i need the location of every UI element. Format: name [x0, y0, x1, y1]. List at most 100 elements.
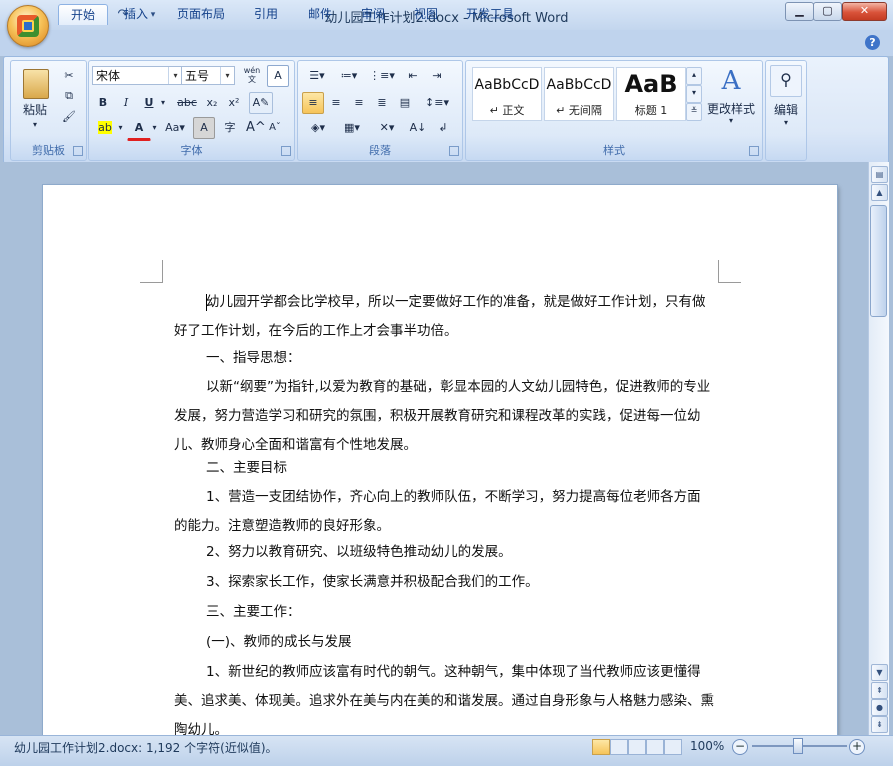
print-layout-icon[interactable] [592, 739, 610, 755]
grow-font-label: A [246, 120, 255, 135]
previous-page-icon[interactable]: ⇞ [871, 682, 888, 699]
grow-font-button[interactable]: A^ [245, 117, 266, 139]
borders-icon[interactable]: ▦▾ [336, 117, 368, 139]
enclose-chars-button[interactable]: 字 [219, 117, 241, 139]
style-name: 标题 1 [634, 104, 668, 117]
zoom-slider-knob[interactable] [793, 738, 803, 754]
char-border-button[interactable]: A [267, 65, 289, 87]
italic-button[interactable]: I [116, 92, 136, 114]
scroll-up-icon[interactable]: ▲ [871, 184, 888, 201]
tab-review[interactable]: 审阅 [351, 4, 395, 24]
tab-page-layout[interactable]: 页面布局 [168, 4, 234, 24]
highlight-icon[interactable]: ab [93, 117, 117, 139]
font-name-combo[interactable]: 宋体 ▾ [92, 66, 183, 85]
style-name: ↵ 正文 [489, 104, 525, 117]
body-paragraph[interactable]: 1、营造一支团结协作，齐心向上的教师队伍，不断学习，努力提高每位老师各方面的能力… [174, 483, 714, 541]
draft-view-icon[interactable] [664, 739, 682, 755]
cut-icon[interactable]: ✂ [59, 65, 79, 87]
styles-scroll-up-icon[interactable]: ▴ [686, 67, 702, 85]
view-ruler-icon[interactable]: ▤ [871, 166, 888, 183]
align-right-icon[interactable]: ≡ [348, 92, 370, 114]
body-paragraph[interactable]: 幼儿园开学都会比学校早，所以一定要做好工作的准备，就是做好工作计划，只有做好了工… [174, 288, 714, 346]
show-marks-icon[interactable]: ↲ [432, 117, 454, 139]
bullets-icon[interactable]: ☰▾ [302, 65, 332, 87]
zoom-out-icon[interactable]: − [732, 739, 748, 755]
body-paragraph[interactable]: 1、新世纪的教师应该富有时代的朝气。这种朝气，集中体现了当代教师应该更懂得美、追… [174, 658, 714, 735]
justify-icon[interactable]: ≣ [371, 92, 393, 114]
change-styles-button[interactable]: A 更改样式 ▾ [704, 66, 756, 136]
change-case-button[interactable]: Aa▾ [161, 117, 189, 139]
tab-insert[interactable]: 插入 [114, 4, 158, 24]
heading-paragraph[interactable]: 三、主要工作： [174, 598, 714, 627]
browse-object-icon[interactable]: ● [871, 699, 888, 716]
align-center-icon[interactable]: ≡ [325, 92, 347, 114]
strikethrough-button[interactable]: abc [173, 92, 201, 114]
tab-view[interactable]: 视图 [404, 4, 448, 24]
shading-icon[interactable]: ◈▾ [302, 117, 334, 139]
paragraph-launcher-icon[interactable] [449, 146, 459, 156]
body-paragraph[interactable]: 3、探索家长工作，使家长满意并积极配合我们的工作。 [174, 568, 714, 597]
chevron-down-icon[interactable]: ▾ [157, 92, 169, 114]
tab-developer[interactable]: 开发工具 [456, 4, 524, 24]
style-heading-1[interactable]: AaB 标题 1 [616, 67, 686, 121]
clipboard-launcher-icon[interactable] [73, 146, 83, 156]
format-painter-icon[interactable]: 🖌 [59, 106, 79, 128]
chevron-down-icon[interactable]: ▾ [149, 117, 160, 139]
styles-launcher-icon[interactable] [749, 146, 759, 156]
close-button[interactable]: ✕ [842, 2, 887, 21]
scroll-down-icon[interactable]: ▼ [871, 664, 888, 681]
phonetic-guide-button[interactable]: wén 文 [240, 65, 264, 87]
superscript-button[interactable]: x² [223, 92, 245, 114]
chevron-down-icon[interactable]: ▾ [168, 67, 182, 84]
binoculars-icon[interactable]: ⚲ [770, 65, 802, 97]
multilevel-list-icon[interactable]: ⋮≡▾ [366, 65, 398, 87]
zoom-in-icon[interactable]: + [849, 739, 865, 755]
office-button[interactable] [7, 5, 49, 47]
align-left-icon[interactable]: ≡ [302, 92, 324, 114]
chevron-down-icon[interactable]: ▾ [220, 67, 234, 84]
heading-paragraph[interactable]: 二、主要目标 [174, 454, 714, 483]
minimize-button[interactable]: ▁ [785, 2, 814, 21]
numbering-icon[interactable]: ≔▾ [334, 65, 364, 87]
web-layout-icon[interactable] [628, 739, 646, 755]
body-paragraph[interactable]: 2、努力以教育研究、以班级特色推动幼儿的发展。 [174, 538, 714, 567]
copy-icon[interactable]: ⧉ [59, 85, 79, 107]
font-size-combo[interactable]: 五号 ▾ [181, 66, 235, 85]
chevron-down-icon[interactable]: ▾ [115, 117, 126, 139]
next-page-icon[interactable]: ⇟ [871, 716, 888, 733]
clear-formatting-icon[interactable]: A✎ [249, 92, 273, 114]
scrollbar-thumb[interactable] [870, 205, 887, 317]
chinese-layout-icon[interactable]: ✕▾ [370, 117, 404, 139]
tab-references[interactable]: 引用 [244, 4, 288, 24]
font-color-icon[interactable]: A [127, 117, 151, 141]
outline-view-icon[interactable] [646, 739, 664, 755]
style-sample: AaBbCcD [474, 77, 540, 93]
subscript-button[interactable]: x₂ [201, 92, 223, 114]
increase-indent-icon[interactable]: ⇥ [426, 65, 448, 87]
shrink-font-button[interactable]: Aˇ [265, 117, 285, 139]
char-shading-button[interactable]: A [193, 117, 215, 139]
tab-mailings[interactable]: 邮件 [298, 4, 342, 24]
distributed-icon[interactable]: ▤ [394, 92, 416, 114]
help-icon[interactable]: ? [865, 35, 880, 50]
styles-more-icon[interactable]: ≚ [686, 103, 702, 121]
decrease-indent-icon[interactable]: ⇤ [402, 65, 424, 87]
zoom-level[interactable]: 100% [690, 739, 724, 753]
line-spacing-icon[interactable]: ↕≡▾ [420, 92, 454, 114]
maximize-button[interactable]: ▢ [813, 2, 842, 21]
body-paragraph[interactable]: 以新“纲要”为指针,以爱为教育的基础，彰显本园的人文幼儿园特色，促进教师的专业发… [174, 373, 714, 460]
style-normal[interactable]: AaBbCcD ↵ 正文 [472, 67, 542, 121]
paste-button[interactable]: 粘贴 ▾ [14, 64, 56, 136]
styles-scroll-down-icon[interactable]: ▾ [686, 85, 702, 103]
full-screen-reading-icon[interactable] [610, 739, 628, 755]
editing-label[interactable]: 编辑 [766, 101, 806, 118]
font-launcher-icon[interactable] [281, 146, 291, 156]
sort-icon[interactable]: A↓ [406, 117, 430, 139]
underline-button[interactable]: U [139, 92, 159, 114]
tab-home[interactable]: 开始 [58, 4, 108, 25]
heading-paragraph[interactable]: 一、指导思想： [174, 344, 714, 373]
heading-paragraph[interactable]: (一)、教师的成长与发展 [174, 628, 714, 657]
bold-button[interactable]: B [93, 92, 113, 114]
status-word-count[interactable]: 幼儿园工作计划2.docx: 1,192 个字符(近似值)。 [14, 739, 278, 756]
style-no-spacing[interactable]: AaBbCcD ↵ 无间隔 [544, 67, 614, 121]
